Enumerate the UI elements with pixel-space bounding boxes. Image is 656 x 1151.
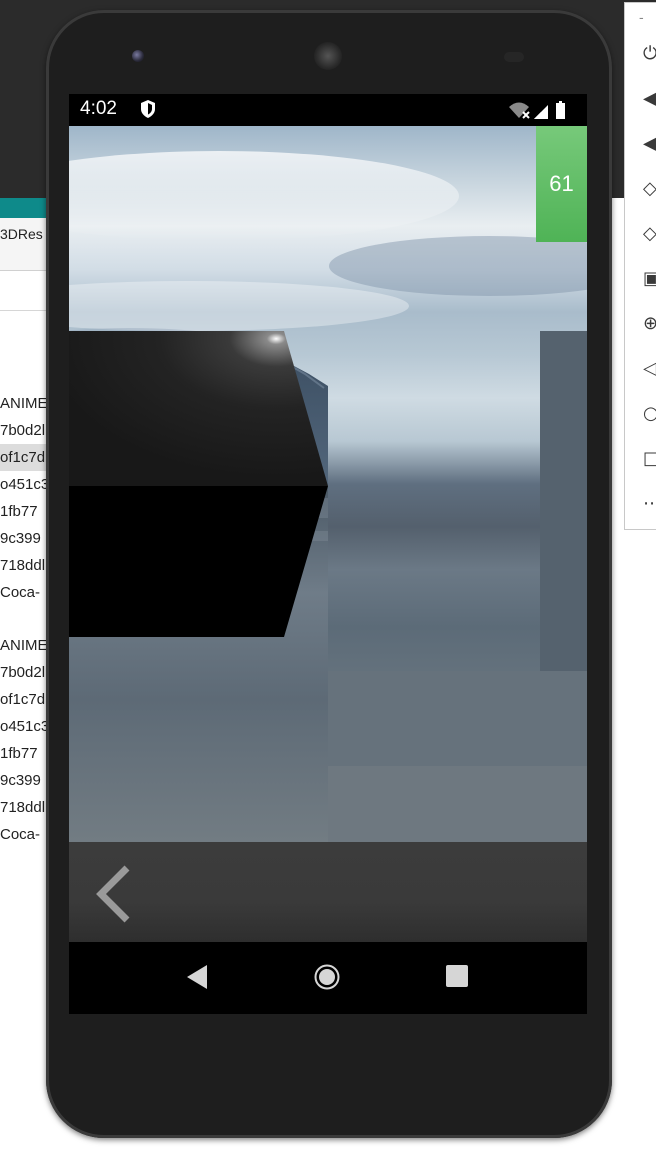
front-camera-icon [132, 50, 144, 62]
proximity-sensor [504, 52, 524, 62]
minimize-button[interactable]: - [639, 9, 644, 25]
nav-back-icon[interactable] [185, 964, 209, 990]
signal-battery-icons [509, 101, 565, 119]
power-icon[interactable]: ⏻ [643, 43, 656, 65]
chevron-left-icon[interactable] [93, 864, 133, 924]
camera-icon[interactable]: ▣ [643, 268, 656, 290]
wifi-off-icon [509, 102, 530, 119]
overview-icon[interactable]: □ [643, 448, 656, 470]
phone-screen: 4:02 61 [69, 94, 587, 1014]
rotate-right-icon[interactable]: ◇ [643, 223, 656, 245]
more-icon[interactable]: ⋯ [643, 493, 656, 515]
rotate-left-icon[interactable]: ◇ [643, 178, 656, 200]
android-navigation-bar [69, 942, 587, 1014]
nav-recents-icon[interactable] [446, 965, 468, 987]
status-bar: 4:02 [69, 94, 587, 126]
volume-up-icon[interactable]: ◀ [643, 88, 656, 110]
back-icon[interactable]: ◁ [643, 358, 656, 380]
fps-counter: 61 [536, 126, 587, 242]
emulator-toolbar: - ⏻ ◀ ◀ ◇ ◇ ▣ ⊕ ◁ ○ □ ⋯ [624, 2, 656, 530]
battery-icon [556, 101, 565, 119]
bottom-control-panel [69, 842, 587, 942]
nav-home-icon[interactable] [314, 964, 340, 990]
volume-down-icon[interactable]: ◀ [643, 133, 656, 155]
status-time: 4:02 [80, 98, 117, 119]
zoom-icon[interactable]: ⊕ [643, 313, 656, 335]
earpiece-speaker [314, 42, 342, 70]
3d-skybox-scene[interactable] [69, 126, 587, 842]
shield-icon [141, 100, 155, 118]
ide-tab-label: 3DRes [0, 226, 43, 242]
3d-cube[interactable] [69, 331, 328, 637]
home-icon[interactable]: ○ [643, 403, 656, 425]
cell-signal-icon [534, 105, 548, 119]
